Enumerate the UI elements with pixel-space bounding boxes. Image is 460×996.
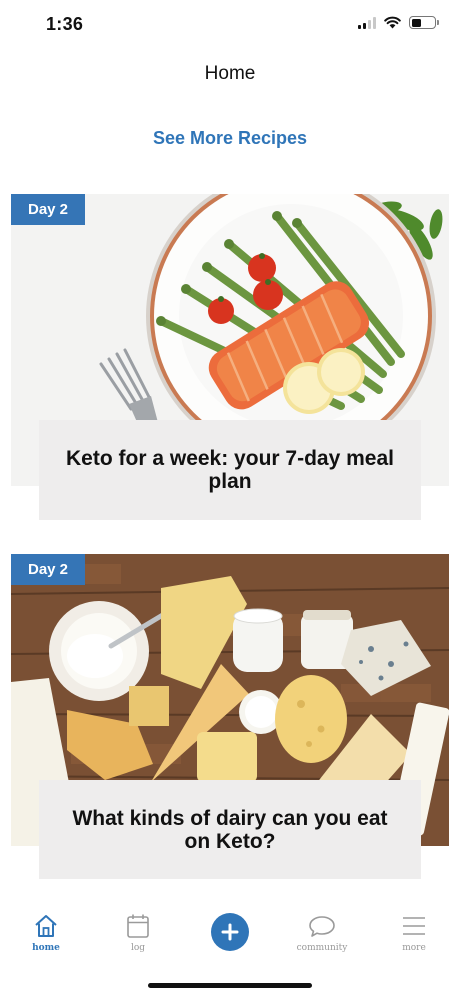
day-badge: Day 2 [11, 194, 85, 225]
card-title[interactable]: Keto for a week: your 7-day meal plan [39, 420, 421, 520]
tab-label: home [32, 943, 60, 953]
tab-home[interactable]: home [6, 912, 86, 953]
status-time: 1:36 [46, 14, 84, 34]
status-bar: 1:36 [0, 0, 460, 50]
plus-icon [221, 923, 239, 941]
see-more-recipes-link[interactable]: See More Recipes [0, 128, 460, 149]
tab-label: community [296, 943, 348, 953]
tab-bar: home log community more [0, 898, 460, 996]
day-badge: Day 2 [11, 554, 85, 585]
recipe-card-meal-plan[interactable]: Day 2 Keto for a week: your 7-day meal p… [11, 194, 449, 520]
cellular-signal-icon [358, 16, 376, 29]
home-icon [32, 912, 60, 940]
wifi-icon [384, 16, 401, 29]
calendar-icon [124, 912, 152, 940]
battery-icon [409, 16, 439, 29]
add-button[interactable] [211, 913, 249, 951]
tab-community[interactable]: community [282, 912, 362, 953]
tab-more[interactable]: more [374, 912, 454, 953]
menu-lines-icon [400, 912, 428, 940]
tab-label: more [402, 943, 426, 953]
tab-log[interactable]: log [98, 912, 178, 953]
recipe-card-dairy[interactable]: Day 2 What kinds of dairy can you eat on… [11, 554, 449, 879]
card-title[interactable]: What kinds of dairy can you eat on Keto? [39, 780, 421, 879]
page-title: Home [204, 63, 256, 84]
home-indicator [148, 983, 312, 988]
status-icons [358, 16, 439, 29]
tab-label: log [130, 943, 146, 953]
chat-bubble-icon [308, 912, 336, 940]
